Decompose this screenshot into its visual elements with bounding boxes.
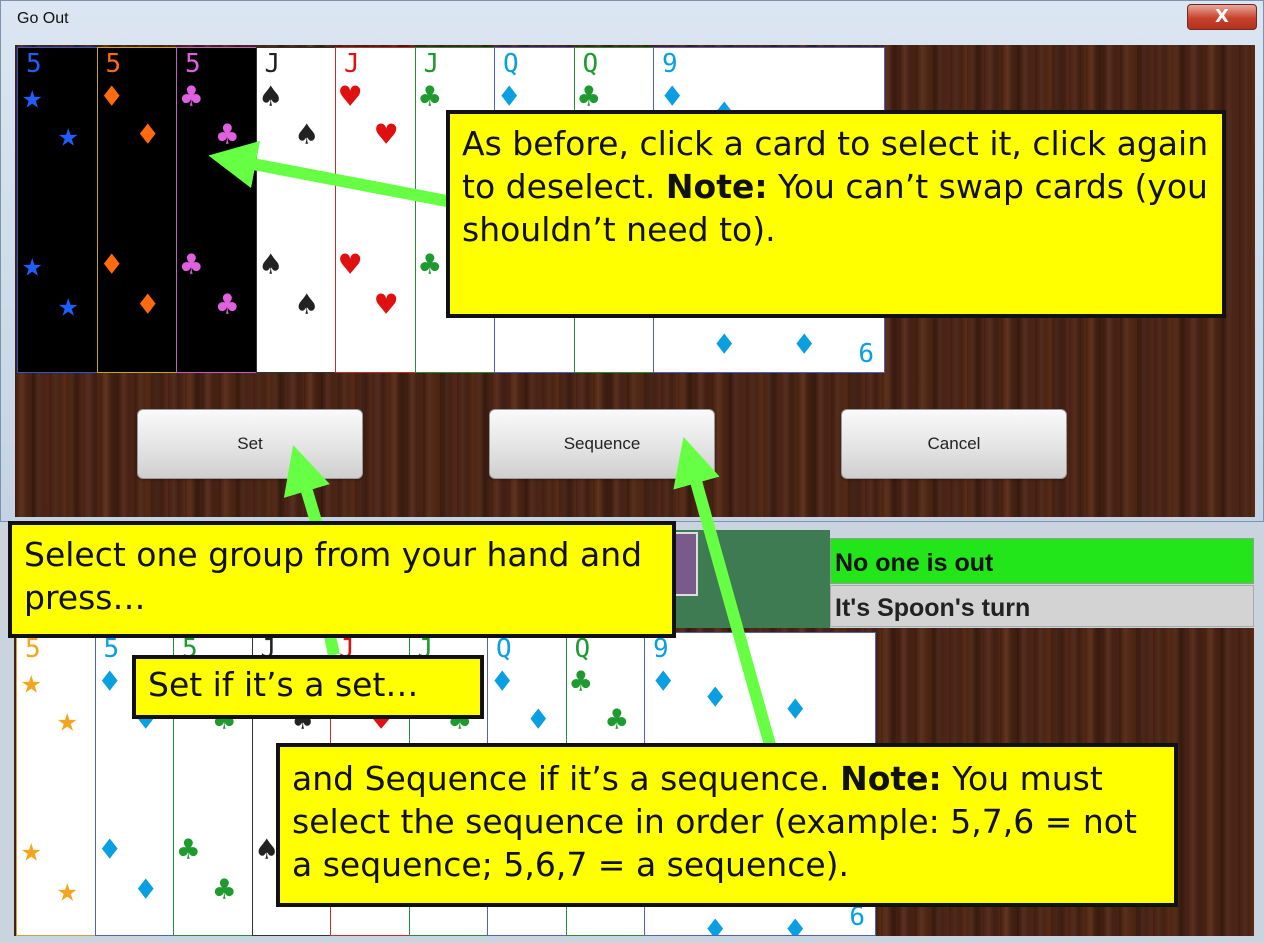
arrow-to-cards [208,140,454,208]
callout-note: Note: [840,759,942,798]
arrow-from-set-hint [324,634,340,657]
callout-set-hint: Set if it’s a set… [132,655,484,719]
arrow-to-sequence-button [673,436,776,747]
callout-note: Note: [665,167,768,206]
callout-select-card: As before, click a card to select it, cl… [446,110,1226,318]
callout-text: Select one group from your hand and pres… [24,535,643,617]
callout-select-group: Select one group from your hand and pres… [8,521,676,638]
callout-text: Set if it’s a set… [148,665,419,704]
callout-text: and Sequence if it’s a sequence. [292,759,841,798]
arrow-to-set-button [283,445,330,530]
callout-sequence-hint: and Sequence if it’s a sequence. Note: Y… [276,743,1178,907]
